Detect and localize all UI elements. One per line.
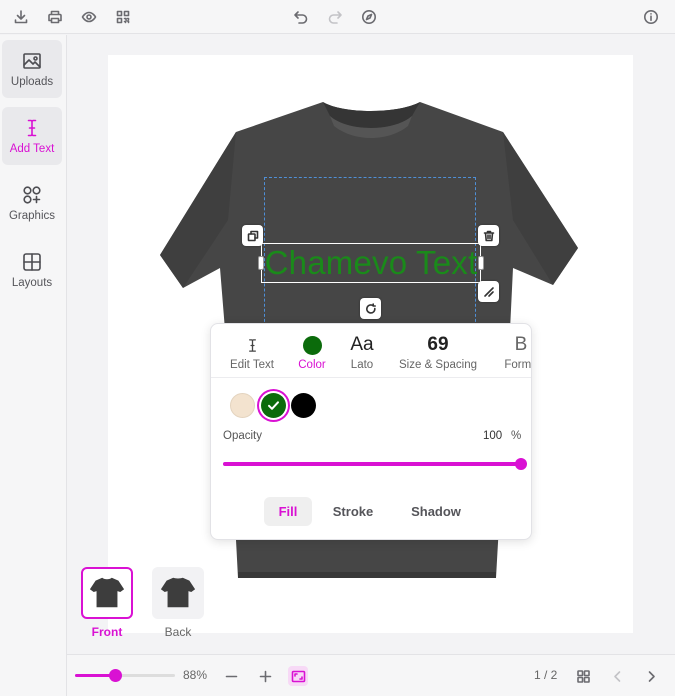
opacity-slider[interactable] bbox=[223, 458, 527, 470]
text-cursor-icon bbox=[248, 338, 256, 352]
zoom-in-button[interactable] bbox=[255, 666, 275, 686]
undo-icon[interactable] bbox=[291, 7, 311, 27]
resize-handle-right[interactable] bbox=[478, 256, 484, 270]
image-icon bbox=[23, 53, 41, 69]
chevron-right-icon bbox=[648, 670, 655, 682]
pages-grid-button[interactable] bbox=[573, 666, 593, 686]
sidebar-item-label: Add Text bbox=[9, 143, 55, 155]
redo-icon[interactable] bbox=[325, 7, 345, 27]
compass-icon[interactable] bbox=[359, 7, 379, 27]
view-label-back[interactable]: Back bbox=[152, 625, 204, 639]
tab-size-spacing[interactable]: 69 Size & Spacing bbox=[395, 334, 481, 374]
fit-screen-icon bbox=[291, 670, 305, 682]
download-icon[interactable] bbox=[11, 7, 31, 27]
rotate-handle[interactable] bbox=[360, 298, 381, 319]
scale-handle[interactable] bbox=[478, 281, 499, 302]
sidebar-item-layouts[interactable]: Layouts bbox=[2, 241, 62, 299]
chevron-left-icon bbox=[613, 670, 620, 682]
fill-button[interactable]: Fill bbox=[264, 497, 312, 526]
sidebar-item-uploads[interactable]: Uploads bbox=[2, 40, 62, 98]
color-swatch-cream[interactable] bbox=[230, 393, 255, 418]
zoom-percentage: 88% bbox=[183, 668, 208, 682]
tab-label: Lato bbox=[350, 359, 374, 371]
view-thumb-front[interactable] bbox=[81, 567, 133, 619]
rotate-icon bbox=[365, 302, 376, 314]
delete-button[interactable] bbox=[478, 225, 499, 246]
text-selection-box[interactable]: Chamevo Text bbox=[261, 243, 481, 283]
color-swatch-black[interactable] bbox=[291, 393, 316, 418]
info-icon[interactable] bbox=[641, 7, 661, 27]
tab-format[interactable]: B Forma bbox=[501, 334, 532, 374]
sidebar-item-label: Layouts bbox=[11, 277, 53, 289]
text-panel-tabs: Edit Text Color Aa Lato 69 Size & Spacin… bbox=[211, 324, 532, 378]
resize-icon bbox=[483, 286, 494, 297]
next-page-button[interactable] bbox=[641, 666, 661, 686]
font-preview-glyph: Aa bbox=[350, 334, 374, 355]
shapes-icon bbox=[23, 186, 41, 204]
qr-code-icon[interactable] bbox=[113, 7, 133, 27]
sidebar: Uploads Add Text Graphics Layouts bbox=[0, 35, 67, 696]
stroke-button[interactable]: Stroke bbox=[324, 497, 382, 526]
view-label-front[interactable]: Front bbox=[81, 625, 133, 639]
text-properties-panel: Edit Text Color Aa Lato 69 Size & Spacin… bbox=[210, 323, 532, 540]
t-shirt-front-thumbnail bbox=[89, 577, 125, 608]
tab-label: Forma bbox=[504, 359, 532, 371]
fit-to-screen-button[interactable] bbox=[288, 666, 308, 686]
opacity-unit: % bbox=[511, 430, 522, 442]
size-value: 69 bbox=[427, 334, 449, 355]
tab-font[interactable]: Aa Lato bbox=[345, 334, 379, 374]
tab-label: Size & Spacing bbox=[399, 359, 477, 371]
plus-icon bbox=[259, 670, 271, 682]
color-swatch-green[interactable] bbox=[261, 393, 286, 418]
top-toolbar bbox=[0, 0, 675, 34]
grid-icon bbox=[576, 669, 590, 683]
zoom-slider-thumb[interactable] bbox=[109, 669, 122, 682]
tab-label: Color bbox=[298, 359, 326, 371]
color-swatch-icon bbox=[302, 335, 322, 355]
shadow-button[interactable]: Shadow bbox=[399, 497, 473, 526]
tab-color[interactable]: Color bbox=[295, 334, 329, 374]
check-icon bbox=[268, 401, 279, 410]
sidebar-item-label: Uploads bbox=[10, 76, 54, 88]
eye-icon[interactable] bbox=[79, 7, 99, 27]
bold-icon: B bbox=[514, 334, 528, 355]
opacity-slider-thumb[interactable] bbox=[515, 458, 527, 470]
trash-icon bbox=[483, 230, 494, 241]
view-thumb-back[interactable] bbox=[152, 567, 204, 619]
tab-label: Edit Text bbox=[230, 359, 274, 371]
zoom-slider[interactable] bbox=[75, 669, 175, 682]
duplicate-icon bbox=[247, 230, 258, 241]
opacity-value[interactable]: 100 bbox=[483, 430, 502, 442]
sidebar-item-add-text[interactable]: Add Text bbox=[2, 107, 62, 165]
opacity-label: Opacity bbox=[223, 430, 262, 442]
opacity-slider-fill bbox=[223, 462, 521, 466]
t-shirt-back-thumbnail bbox=[160, 577, 196, 608]
bottom-bar: 88% 1 / 2 bbox=[67, 654, 675, 696]
grid-icon bbox=[23, 253, 41, 271]
sidebar-item-label: Graphics bbox=[8, 210, 56, 222]
design-text[interactable]: Chamevo Text bbox=[265, 244, 478, 282]
zoom-out-button[interactable] bbox=[221, 666, 241, 686]
resize-handle-left[interactable] bbox=[258, 256, 264, 270]
duplicate-button[interactable] bbox=[242, 225, 263, 246]
page-indicator: 1 / 2 bbox=[534, 668, 558, 682]
print-icon[interactable] bbox=[45, 7, 65, 27]
previous-page-button[interactable] bbox=[607, 666, 627, 686]
tab-edit-text[interactable]: Edit Text bbox=[229, 334, 275, 374]
minus-icon bbox=[225, 675, 237, 677]
text-cursor-icon bbox=[27, 119, 37, 137]
sidebar-item-graphics[interactable]: Graphics bbox=[2, 174, 62, 232]
